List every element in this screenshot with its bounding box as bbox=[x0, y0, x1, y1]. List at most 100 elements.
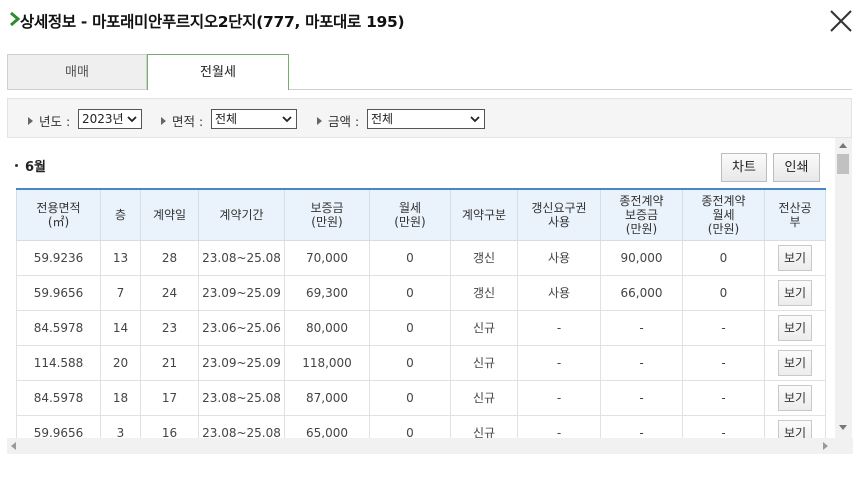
table-cell: 59.9236 bbox=[16, 239, 101, 276]
column-header-line: 월세 bbox=[712, 207, 735, 222]
column-header-line: 월세 bbox=[398, 200, 422, 215]
table-cell: 0 bbox=[682, 274, 765, 311]
table-cell: 7 bbox=[100, 274, 141, 311]
triangle-right-icon bbox=[28, 117, 33, 125]
table-cell: 90,000 bbox=[600, 239, 683, 276]
table-cell: 0 bbox=[369, 239, 451, 276]
table-cell: 17 bbox=[140, 379, 199, 416]
table-cell: - bbox=[517, 379, 601, 416]
table-cell: 23.06~25.06 bbox=[198, 309, 285, 346]
table-cell: 사용 bbox=[517, 239, 601, 276]
table-cell: 0 bbox=[369, 379, 451, 416]
column-header: 층 bbox=[100, 188, 141, 241]
table-cell: 보기 bbox=[764, 344, 826, 381]
tab-trade[interactable]: 매매 bbox=[7, 54, 147, 90]
table-cell: 24 bbox=[140, 274, 199, 311]
transactions-table: 전용면적 (㎡) 층 계약일 계약기간 보증금 (만원) 월세 (만원) 계약구분 갱신요구권 사용 종… bbox=[16, 188, 826, 451]
table-cell: 23.09~25.09 bbox=[198, 274, 285, 311]
column-header-line: 갱신요구권 bbox=[531, 200, 587, 215]
year-filter-label: 년도 : bbox=[28, 111, 70, 130]
column-header-line: 종전계약 bbox=[619, 193, 664, 208]
area-select[interactable]: 전체 bbox=[211, 109, 297, 129]
print-button[interactable]: 인쇄 bbox=[773, 153, 820, 182]
column-header-line: 전용면적 bbox=[36, 200, 81, 215]
table-cell: 0 bbox=[682, 239, 765, 276]
table-row: 59.9656 7 24 23.09~25.09 69,300 0 갱신 사용 66,000 0 보… bbox=[16, 274, 826, 311]
column-header: 계약기간 bbox=[198, 188, 285, 241]
table-cell: 14 bbox=[100, 309, 141, 346]
area-label-text: 면적 : bbox=[172, 114, 204, 129]
table-cell: 보기 bbox=[764, 239, 826, 276]
column-header: 전용면적 (㎡) bbox=[16, 188, 101, 241]
table-cell: 84.5978 bbox=[16, 379, 101, 416]
column-header: 보증금 (만원) bbox=[284, 188, 370, 241]
bullet-icon bbox=[15, 164, 18, 167]
table-row: 114.588 20 21 23.09~25.09 118,000 0 신규 - - - 보기 bbox=[16, 344, 826, 381]
column-header-line: (만원) bbox=[394, 214, 426, 229]
column-header-line: (만원) bbox=[707, 221, 740, 236]
area-filter-label: 면적 : bbox=[161, 111, 203, 130]
column-header: 계약구분 bbox=[450, 188, 518, 241]
view-button[interactable]: 보기 bbox=[778, 279, 812, 306]
tab-rent[interactable]: 전월세 bbox=[147, 54, 289, 90]
table-cell: 갱신 bbox=[450, 274, 518, 311]
view-button[interactable]: 보기 bbox=[778, 384, 812, 411]
table-header-row: 전용면적 (㎡) 층 계약일 계약기간 보증금 (만원) 월세 (만원) 계약구분 갱신요구권 사용 종… bbox=[16, 188, 826, 241]
table-cell: 87,000 bbox=[284, 379, 370, 416]
vertical-scrollbar[interactable] bbox=[835, 138, 852, 438]
column-header-line: 전산공 bbox=[778, 200, 812, 215]
column-header: 종전계약 월세 (만원) bbox=[682, 188, 765, 241]
table-cell: 69,300 bbox=[284, 274, 370, 311]
scroll-up-icon[interactable] bbox=[839, 143, 847, 148]
table-body: 59.9236 13 28 23.08~25.08 70,000 0 갱신 사용 90,000 0… bbox=[16, 239, 826, 451]
table-cell: 20 bbox=[100, 344, 141, 381]
column-header: 계약일 bbox=[140, 188, 199, 241]
amount-select[interactable]: 전체 bbox=[367, 109, 485, 129]
amount-filter-label: 금액 : bbox=[317, 111, 359, 130]
amount-select-value: 전체 bbox=[371, 112, 394, 126]
scroll-left-icon[interactable] bbox=[11, 442, 16, 450]
column-header-line: 부 bbox=[789, 214, 801, 229]
year-select[interactable]: 2023년 bbox=[78, 109, 142, 129]
tab-bar: 매매 전월세 bbox=[7, 54, 852, 90]
view-button[interactable]: 보기 bbox=[778, 314, 812, 341]
table-cell: 보기 bbox=[764, 309, 826, 346]
triangle-right-icon bbox=[161, 117, 166, 125]
column-header: 월세 (만원) bbox=[369, 188, 451, 241]
table-cell: 0 bbox=[369, 274, 451, 311]
table-cell: 23.08~25.08 bbox=[198, 239, 285, 276]
column-header-line: 종전계약 bbox=[701, 193, 746, 208]
scroll-down-icon[interactable] bbox=[839, 425, 847, 430]
column-header-line: 층 bbox=[114, 207, 127, 222]
area-select-value: 전체 bbox=[215, 112, 238, 126]
horizontal-scrollbar[interactable] bbox=[7, 438, 853, 454]
column-header: 전산공 부 bbox=[764, 188, 826, 241]
table-cell: 80,000 bbox=[284, 309, 370, 346]
window-titlebar: 상세정보 - 마포래미안푸르지오2단지(777, 마포대로 195) bbox=[0, 0, 860, 40]
column-header: 갱신요구권 사용 bbox=[517, 188, 601, 241]
table-cell: 0 bbox=[369, 344, 451, 381]
table-cell: - bbox=[600, 309, 683, 346]
close-icon[interactable] bbox=[828, 8, 854, 34]
chevron-down-icon bbox=[282, 116, 292, 123]
column-header-line: (만원) bbox=[625, 221, 658, 236]
view-button[interactable]: 보기 bbox=[778, 349, 812, 376]
view-button[interactable]: 보기 bbox=[778, 244, 812, 271]
results-panel[interactable]: 6월 차트 인쇄 전용면적 (㎡) 층 계약일 계약기간 보증금 (만원) 월세 (만원) 계약구… bbox=[7, 138, 853, 454]
chart-button[interactable]: 차트 bbox=[721, 153, 767, 182]
table-cell: 신규 bbox=[450, 379, 518, 416]
column-header-line: 보증금 bbox=[310, 200, 344, 215]
table-cell: 23.08~25.08 bbox=[198, 379, 285, 416]
amount-label-text: 금액 : bbox=[328, 114, 360, 129]
column-header-line: 계약기간 bbox=[219, 207, 264, 222]
year-select-value: 2023년 bbox=[82, 112, 124, 126]
chevron-down-icon bbox=[127, 116, 137, 123]
vertical-scroll-thumb[interactable] bbox=[837, 154, 849, 174]
window-title: 상세정보 - 마포래미안푸르지오2단지(777, 마포대로 195) bbox=[20, 13, 405, 31]
month-heading-text: 6월 bbox=[25, 160, 47, 175]
table-cell: 23 bbox=[140, 309, 199, 346]
table-cell: 118,000 bbox=[284, 344, 370, 381]
month-heading: 6월 bbox=[15, 156, 46, 175]
table-cell: 신규 bbox=[450, 309, 518, 346]
scroll-right-icon[interactable] bbox=[823, 442, 828, 450]
